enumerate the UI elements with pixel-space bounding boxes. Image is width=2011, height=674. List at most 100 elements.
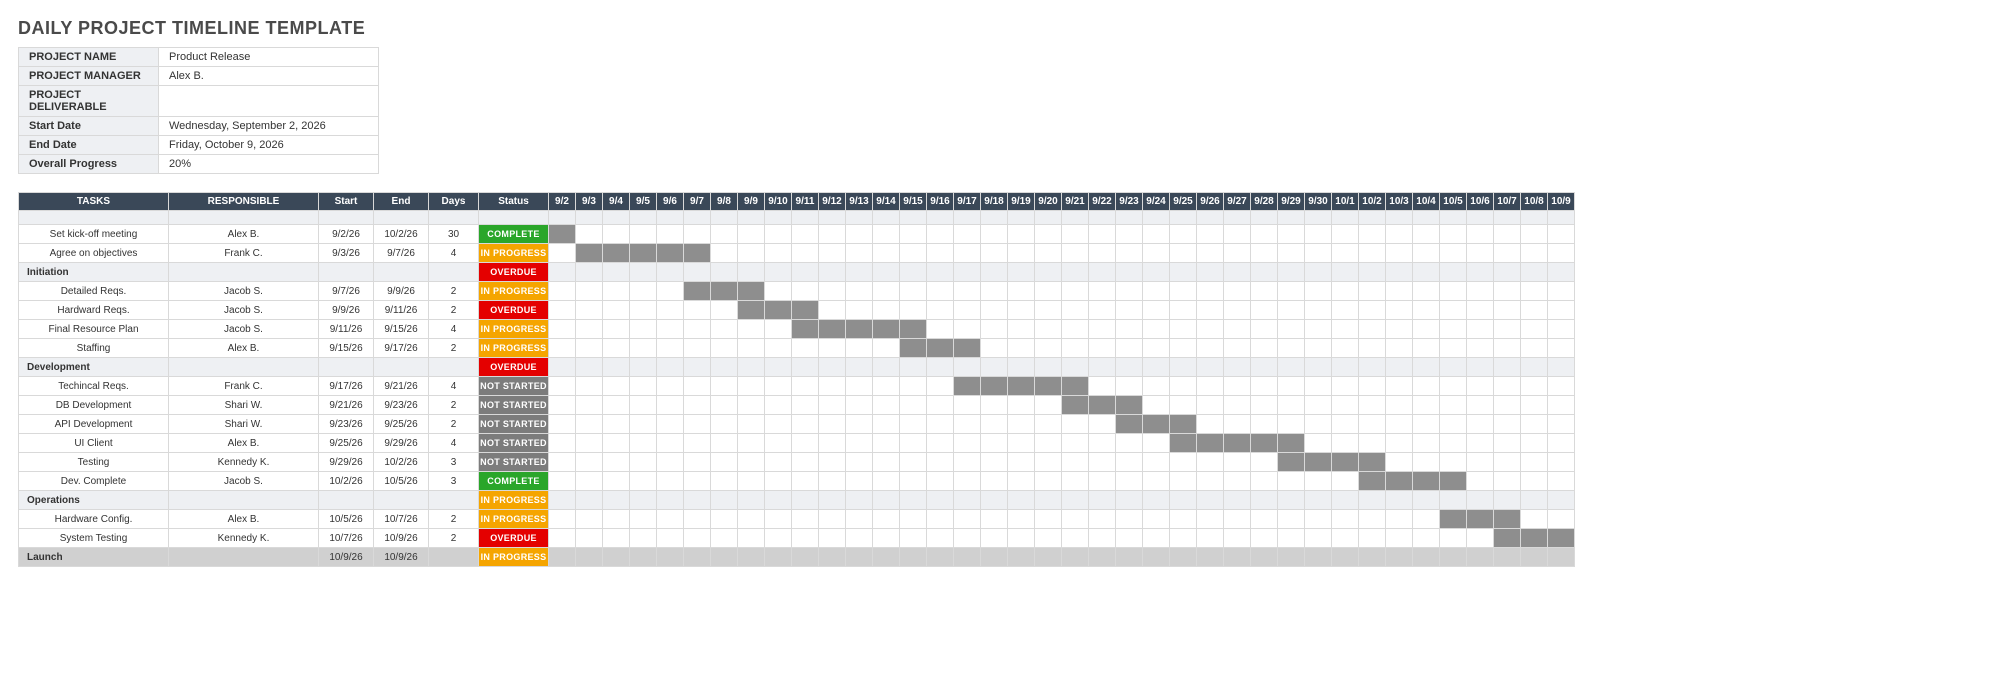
status-cell[interactable]: IN PROGRESS (479, 491, 549, 510)
status-cell[interactable]: NOT STARTED (479, 415, 549, 434)
days-cell[interactable]: 4 (429, 377, 479, 396)
days-cell[interactable]: 4 (429, 244, 479, 263)
days-cell[interactable]: 2 (429, 339, 479, 358)
responsible-cell[interactable]: Frank C. (169, 377, 319, 396)
end-cell[interactable]: 9/7/26 (374, 244, 429, 263)
meta-value[interactable]: Alex B. (159, 67, 379, 86)
end-cell[interactable]: 10/9/26 (374, 529, 429, 548)
task-name-cell[interactable]: Agree on objectives (19, 244, 169, 263)
days-cell[interactable]: 2 (429, 529, 479, 548)
task-name-cell[interactable]: DB Development (19, 396, 169, 415)
gantt-day-cell (846, 282, 873, 301)
responsible-cell[interactable]: Jacob S. (169, 301, 319, 320)
end-cell[interactable]: 10/2/26 (374, 453, 429, 472)
meta-value[interactable]: Wednesday, September 2, 2026 (159, 117, 379, 136)
days-cell[interactable]: 3 (429, 453, 479, 472)
end-cell[interactable]: 9/9/26 (374, 282, 429, 301)
status-cell[interactable]: IN PROGRESS (479, 320, 549, 339)
task-name-cell[interactable]: Hardware Config. (19, 510, 169, 529)
status-cell[interactable]: OVERDUE (479, 529, 549, 548)
start-cell[interactable]: 9/2/26 (319, 225, 374, 244)
status-cell[interactable]: IN PROGRESS (479, 548, 549, 567)
end-cell[interactable]: 9/17/26 (374, 339, 429, 358)
task-name-cell[interactable]: UI Client (19, 434, 169, 453)
start-cell[interactable]: 9/17/26 (319, 377, 374, 396)
task-name-cell[interactable]: Staffing (19, 339, 169, 358)
meta-value[interactable]: 20% (159, 155, 379, 174)
task-name-cell[interactable]: Hardward Reqs. (19, 301, 169, 320)
start-cell[interactable]: 9/9/26 (319, 301, 374, 320)
start-cell[interactable]: 9/3/26 (319, 244, 374, 263)
responsible-cell[interactable]: Alex B. (169, 339, 319, 358)
responsible-cell[interactable]: Alex B. (169, 225, 319, 244)
status-cell[interactable]: COMPLETE (479, 225, 549, 244)
status-cell[interactable]: IN PROGRESS (479, 244, 549, 263)
start-cell[interactable]: 10/5/26 (319, 510, 374, 529)
start-cell[interactable]: 9/21/26 (319, 396, 374, 415)
meta-value[interactable] (159, 86, 379, 117)
status-cell[interactable]: NOT STARTED (479, 453, 549, 472)
status-cell[interactable]: NOT STARTED (479, 434, 549, 453)
start-cell[interactable]: 9/11/26 (319, 320, 374, 339)
status-cell[interactable]: OVERDUE (479, 358, 549, 377)
end-cell[interactable]: 10/9/26 (374, 548, 429, 567)
responsible-cell[interactable]: Shari W. (169, 415, 319, 434)
gantt-day-cell (1251, 282, 1278, 301)
status-cell[interactable]: IN PROGRESS (479, 510, 549, 529)
days-cell[interactable]: 2 (429, 301, 479, 320)
responsible-cell[interactable]: Kennedy K. (169, 529, 319, 548)
task-name-cell[interactable]: System Testing (19, 529, 169, 548)
responsible-cell[interactable]: Jacob S. (169, 472, 319, 491)
meta-value[interactable]: Product Release (159, 48, 379, 67)
start-cell[interactable]: 10/7/26 (319, 529, 374, 548)
end-cell[interactable]: 9/29/26 (374, 434, 429, 453)
task-name-cell[interactable]: Final Resource Plan (19, 320, 169, 339)
days-cell[interactable]: 2 (429, 396, 479, 415)
end-cell[interactable]: 9/21/26 (374, 377, 429, 396)
responsible-cell[interactable]: Jacob S. (169, 320, 319, 339)
days-cell[interactable]: 2 (429, 510, 479, 529)
responsible-cell[interactable]: Shari W. (169, 396, 319, 415)
end-cell[interactable]: 9/25/26 (374, 415, 429, 434)
end-cell[interactable]: 9/23/26 (374, 396, 429, 415)
responsible-cell[interactable]: Kennedy K. (169, 453, 319, 472)
end-cell[interactable]: 9/15/26 (374, 320, 429, 339)
start-cell[interactable]: 10/9/26 (319, 548, 374, 567)
start-cell[interactable]: 9/7/26 (319, 282, 374, 301)
days-cell[interactable]: 4 (429, 320, 479, 339)
days-cell[interactable]: 4 (429, 434, 479, 453)
end-cell[interactable]: 10/5/26 (374, 472, 429, 491)
task-name-cell[interactable]: Dev. Complete (19, 472, 169, 491)
days-cell[interactable]: 3 (429, 472, 479, 491)
responsible-cell[interactable]: Frank C. (169, 244, 319, 263)
status-cell[interactable]: NOT STARTED (479, 377, 549, 396)
status-cell[interactable]: IN PROGRESS (479, 282, 549, 301)
responsible-cell[interactable]: Alex B. (169, 434, 319, 453)
status-cell[interactable]: COMPLETE (479, 472, 549, 491)
start-cell[interactable]: 9/25/26 (319, 434, 374, 453)
end-cell[interactable]: 10/2/26 (374, 225, 429, 244)
days-cell[interactable]: 2 (429, 282, 479, 301)
start-cell[interactable]: 10/2/26 (319, 472, 374, 491)
gantt-day-cell (1467, 548, 1494, 567)
status-cell[interactable]: OVERDUE (479, 301, 549, 320)
task-name-cell[interactable]: API Development (19, 415, 169, 434)
task-name-cell[interactable]: Techincal Reqs. (19, 377, 169, 396)
days-cell[interactable]: 2 (429, 415, 479, 434)
days-cell[interactable]: 30 (429, 225, 479, 244)
task-name-cell[interactable]: Testing (19, 453, 169, 472)
gantt-bar-cell (1035, 377, 1062, 396)
start-cell[interactable]: 9/15/26 (319, 339, 374, 358)
responsible-cell[interactable]: Jacob S. (169, 282, 319, 301)
responsible-cell[interactable]: Alex B. (169, 510, 319, 529)
task-name-cell[interactable]: Set kick-off meeting (19, 225, 169, 244)
task-name-cell[interactable]: Detailed Reqs. (19, 282, 169, 301)
start-cell[interactable]: 9/23/26 (319, 415, 374, 434)
status-cell[interactable]: NOT STARTED (479, 396, 549, 415)
meta-value[interactable]: Friday, October 9, 2026 (159, 136, 379, 155)
status-cell[interactable]: OVERDUE (479, 263, 549, 282)
start-cell[interactable]: 9/29/26 (319, 453, 374, 472)
status-cell[interactable]: IN PROGRESS (479, 339, 549, 358)
end-cell[interactable]: 9/11/26 (374, 301, 429, 320)
end-cell[interactable]: 10/7/26 (374, 510, 429, 529)
